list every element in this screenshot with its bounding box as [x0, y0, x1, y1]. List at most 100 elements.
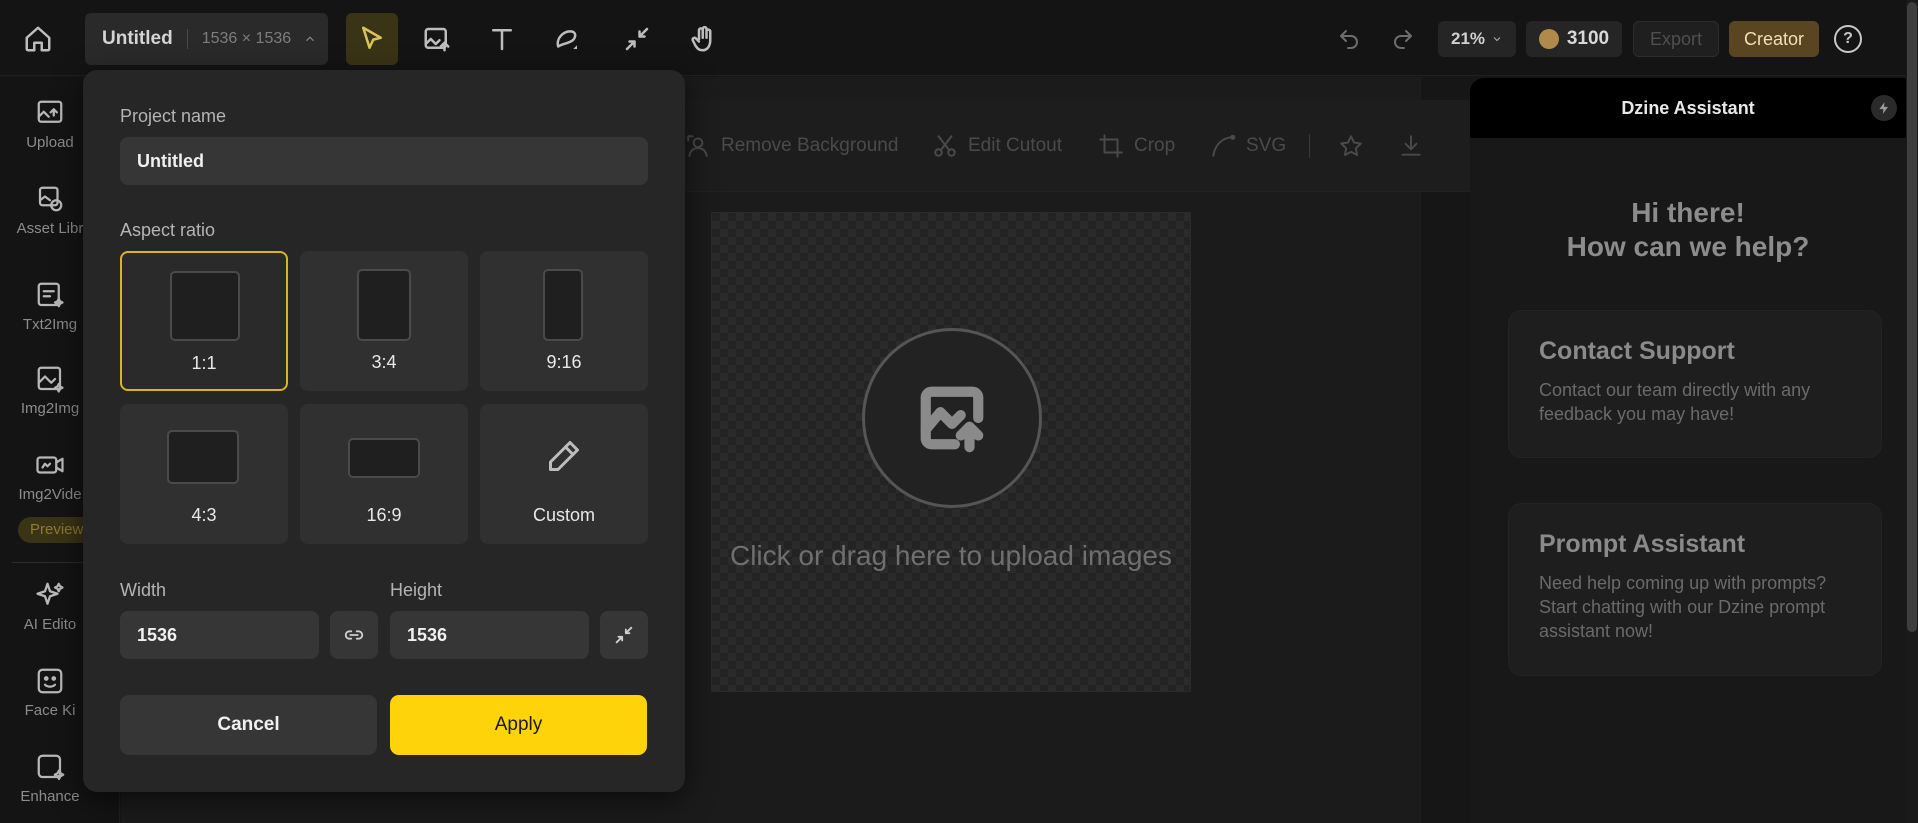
ratio-option-3-4[interactable]: 3:4 [300, 251, 468, 391]
home-button[interactable] [12, 13, 64, 65]
shape-icon [556, 30, 577, 49]
help-icon: ? [1843, 30, 1853, 47]
ratio-label: Custom [532, 505, 595, 525]
enhance-icon [37, 754, 65, 781]
ratio-preview-shape [170, 271, 240, 341]
lightning-icon [1879, 102, 1889, 114]
sparkle-icon [36, 582, 64, 605]
help-button[interactable]: ? [1834, 25, 1862, 53]
card-title: Prompt Assistant [1539, 530, 1746, 558]
coin-icon [1538, 29, 1559, 49]
ratio-option-16-9[interactable]: 16:9 [300, 404, 468, 544]
ratio-preview-shape [543, 269, 583, 341]
card-description: Contact our team directly with any feedb… [1539, 380, 1811, 424]
text-icon [492, 29, 512, 51]
chevron-up-icon [306, 36, 315, 42]
divider [1309, 134, 1310, 158]
ratio-preview-shape [167, 430, 239, 484]
aspect-ratio-label: Aspect ratio [120, 220, 216, 240]
asset-library-icon [38, 186, 63, 212]
fit-dimensions-button[interactable] [600, 611, 648, 659]
width-input[interactable]: 1536 [120, 611, 319, 659]
face-icon [37, 668, 63, 694]
resize-tool-button[interactable] [611, 13, 663, 65]
scissors-icon [934, 135, 956, 157]
divider [186, 29, 188, 49]
remove-background-label: Remove Background [721, 135, 899, 156]
project-name-input[interactable]: Untitled [120, 137, 648, 185]
ratio-label: 4:3 [191, 505, 217, 525]
pencil-icon [549, 441, 579, 471]
credits-button[interactable]: 3100 [1526, 21, 1622, 57]
star-icon [1340, 135, 1362, 156]
ratio-label: 9:16 [546, 352, 582, 372]
prompt-assistant-card[interactable]: Prompt Assistant Need help coming up wit… [1508, 503, 1882, 676]
width-label: Width [120, 580, 167, 600]
ratio-option-4-3[interactable]: 4:3 [120, 404, 288, 544]
upload-image-icon [37, 100, 63, 123]
txt2img-icon [37, 282, 64, 308]
download-button[interactable] [1398, 133, 1424, 159]
image-upload-tool-button[interactable] [411, 13, 463, 65]
project-name: Untitled [102, 28, 173, 49]
ratio-option-1-1[interactable]: 1:1 [120, 251, 288, 391]
ratio-preview-shape [357, 269, 411, 341]
divider [12, 562, 92, 563]
project-menu-button[interactable]: Untitled 1536 × 1536 [85, 13, 328, 65]
hand-icon [691, 25, 712, 52]
ratio-preview-shape [348, 438, 420, 478]
export-button[interactable]: Export [1633, 21, 1719, 57]
crop-label: Crop [1134, 135, 1176, 156]
link-icon [344, 630, 364, 640]
link-dimensions-button[interactable] [330, 611, 378, 659]
apply-button[interactable]: Apply [390, 695, 647, 755]
edit-cutout-button[interactable]: Edit Cutout [932, 133, 1062, 159]
img2video-icon [36, 456, 64, 474]
project-name-label: Project name [120, 106, 227, 126]
cursor-icon [362, 26, 382, 49]
img2img-icon [37, 366, 64, 393]
crop-icon [1099, 134, 1123, 158]
home-icon [25, 26, 51, 52]
greeting-line: How can we help? [1566, 231, 1810, 262]
crop-button[interactable]: Crop [1098, 133, 1175, 159]
ratio-label: 16:9 [366, 505, 402, 525]
sidebar-item-label: Enhance [20, 788, 80, 805]
height-input[interactable]: 1536 [390, 611, 589, 659]
collapse-arrows-icon [615, 626, 633, 644]
upload-hint-text: Click or drag here to upload images [729, 540, 1172, 571]
collapse-arrows-icon [625, 27, 649, 51]
text-tool-button[interactable] [476, 13, 528, 65]
hand-tool-button[interactable] [678, 13, 730, 65]
upload-button[interactable] [862, 328, 1042, 508]
scrollbar-thumb[interactable] [1907, 2, 1917, 632]
card-description: Need help coming up with prompts? Start … [1539, 573, 1827, 641]
vector-curve-icon [1212, 134, 1236, 157]
cancel-button[interactable]: Cancel [120, 695, 377, 755]
download-icon [1401, 135, 1421, 156]
assistant-greeting: Hi there! How can we help? [1470, 196, 1906, 264]
project-dimensions: 1536 × 1536 [201, 30, 292, 47]
image-upload-icon [920, 386, 984, 453]
undo-button[interactable] [1323, 13, 1375, 65]
redo-button[interactable] [1377, 13, 1429, 65]
shape-tool-button[interactable] [541, 13, 593, 65]
ratio-option-custom[interactable]: Custom [480, 404, 648, 544]
zoom-dropdown[interactable]: 21% [1438, 21, 1516, 57]
card-title: Contact Support [1539, 337, 1735, 365]
credits-count: 3100 [1566, 28, 1610, 49]
edit-cutout-label: Edit Cutout [968, 135, 1062, 156]
remove-background-button[interactable]: Remove Background [685, 133, 898, 159]
select-tool-button[interactable] [346, 13, 398, 65]
image-upload-icon [424, 27, 450, 52]
contact-support-card[interactable]: Contact Support Contact our team directl… [1508, 310, 1882, 458]
ratio-option-9-16[interactable]: 9:16 [480, 251, 648, 391]
zoom-level: 21% [1450, 29, 1486, 48]
svg-label: SVG [1246, 135, 1287, 156]
greeting-line: Hi there! [1631, 197, 1745, 228]
favorite-button[interactable] [1338, 133, 1364, 159]
creator-button[interactable]: Creator [1729, 21, 1819, 57]
svg-button[interactable]: SVG [1210, 133, 1286, 159]
undo-icon [1340, 30, 1358, 49]
assistant-quick-button[interactable] [1871, 95, 1897, 121]
